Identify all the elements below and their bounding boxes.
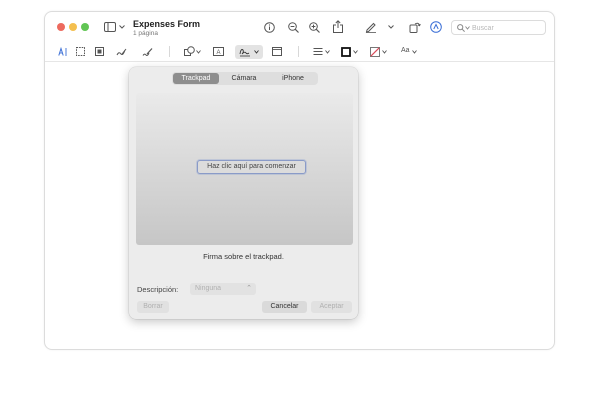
rectangular-selection-icon[interactable] [76, 47, 85, 56]
info-icon[interactable] [264, 22, 275, 33]
markup-toolbar: A Aa [45, 43, 554, 62]
line-style-icon[interactable] [313, 47, 323, 56]
description-label: Descripción: [137, 285, 179, 294]
signature-source-tabs: Trackpad Cámara iPhone [172, 72, 318, 85]
text-selection-icon[interactable] [58, 47, 68, 57]
signature-popover: Trackpad Cámara iPhone Haz clic aquí par… [129, 67, 358, 319]
chevron-down-icon [465, 26, 470, 30]
zoom-in-icon[interactable] [309, 22, 320, 33]
shapes-icon[interactable] [184, 46, 195, 57]
description-select[interactable]: Ninguna ⌃ [190, 283, 256, 295]
title-bar: Expenses Form 1 página [45, 12, 554, 42]
redact-icon[interactable] [95, 47, 104, 56]
markup-icon[interactable] [430, 21, 442, 33]
chevron-down-icon[interactable] [353, 50, 358, 54]
tab-iphone[interactable]: iPhone [269, 73, 317, 84]
description-value: Ninguna [195, 285, 222, 292]
draw-icon[interactable] [142, 47, 153, 57]
text-style-button[interactable]: Aa [401, 47, 410, 54]
toolbar-separator [298, 46, 299, 57]
zoom-out-icon[interactable] [288, 22, 299, 33]
chevron-down-icon [254, 50, 259, 54]
close-button[interactable] [57, 23, 65, 31]
sidebar-icon[interactable] [104, 22, 116, 32]
page-count: 1 página [133, 30, 158, 37]
signature-pad[interactable]: Haz clic aquí para comenzar [136, 93, 353, 245]
zoom-button[interactable] [81, 23, 89, 31]
border-color-icon[interactable] [341, 47, 351, 57]
search-field[interactable] [451, 20, 546, 35]
fill-color-icon[interactable] [370, 47, 380, 57]
minimize-button[interactable] [69, 23, 77, 31]
accept-button[interactable]: Aceptar [311, 301, 352, 313]
toolbar-separator [169, 46, 170, 57]
sketch-icon[interactable] [116, 47, 127, 57]
click-to-begin-button[interactable]: Haz clic aquí para comenzar [197, 160, 306, 174]
chevron-down-icon[interactable] [119, 25, 125, 29]
chevron-down-icon[interactable] [325, 50, 330, 54]
note-icon[interactable] [272, 47, 282, 56]
chevron-down-icon[interactable] [196, 50, 201, 54]
cancel-button[interactable]: Cancelar [262, 301, 307, 313]
search-input[interactable] [472, 23, 542, 33]
tab-camera[interactable]: Cámara [221, 73, 267, 84]
sign-button[interactable] [235, 45, 263, 59]
share-icon[interactable] [333, 20, 343, 33]
tab-trackpad[interactable]: Trackpad [173, 73, 219, 84]
search-icon [457, 24, 465, 32]
clear-button[interactable]: Borrar [137, 301, 169, 313]
signature-icon [239, 49, 250, 57]
chevron-updown-icon: ⌃ [246, 285, 252, 292]
svg-text:A: A [216, 50, 220, 56]
chevron-down-icon[interactable] [382, 50, 387, 54]
rotate-icon[interactable] [409, 21, 421, 33]
document-title: Expenses Form [133, 19, 201, 29]
highlight-pen-icon[interactable] [365, 21, 377, 33]
chevron-down-icon[interactable] [388, 25, 394, 29]
text-box-icon[interactable]: A [213, 47, 224, 56]
chevron-down-icon[interactable] [412, 50, 417, 54]
trackpad-hint: Firma sobre el trackpad. [203, 252, 284, 261]
